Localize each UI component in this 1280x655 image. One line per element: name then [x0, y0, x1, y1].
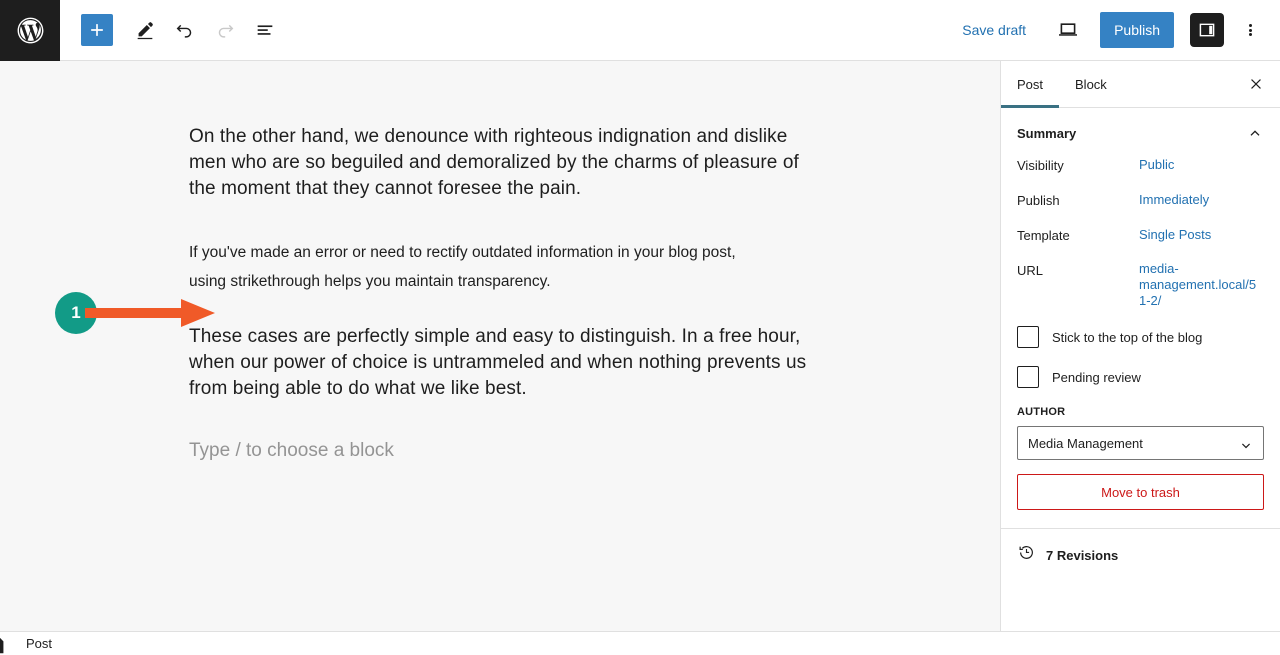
pending-review-label: Pending review	[1052, 369, 1141, 385]
author-select-wrap: Media Management	[1001, 426, 1280, 460]
undo-button[interactable]	[167, 12, 203, 48]
move-to-trash-button[interactable]: Move to trash	[1017, 474, 1264, 510]
close-icon	[1251, 79, 1261, 89]
revisions-row[interactable]: 7 Revisions	[1001, 529, 1280, 581]
summary-section-header[interactable]: Summary	[1001, 108, 1280, 156]
toolbar-tools	[81, 12, 283, 48]
editor-canvas[interactable]: On the other hand, we denounce with righ…	[0, 61, 1000, 631]
kebab-menu-icon	[1248, 23, 1252, 38]
settings-sidebar: Post Block Summary Visibility Public Pub…	[1000, 61, 1280, 631]
redo-button[interactable]	[207, 12, 243, 48]
pending-review-checkbox[interactable]	[1017, 366, 1039, 388]
edit-tool-button[interactable]	[127, 12, 163, 48]
row-label: Publish	[1017, 193, 1060, 208]
status-bar: Post	[0, 631, 1280, 655]
chevron-up-icon[interactable]	[1246, 124, 1264, 142]
plus-icon	[91, 24, 103, 36]
row-label: URL	[1017, 263, 1044, 278]
row-label: Visibility	[1017, 158, 1064, 173]
revisions-label: 7 Revisions	[1046, 547, 1119, 563]
settings-sidebar-toggle[interactable]	[1190, 13, 1224, 47]
undo-icon	[176, 24, 192, 38]
top-toolbar-actions: Save draft Publish	[950, 12, 1280, 48]
tab-block[interactable]: Block	[1059, 61, 1123, 107]
summary-row-visibility: Visibility Public	[1017, 156, 1264, 174]
add-block-button[interactable]	[81, 14, 113, 46]
annotation-marker-1: 1	[55, 292, 215, 334]
publish-value-button[interactable]: Immediately	[1139, 191, 1209, 208]
editor-window: Save draft Publish On the other hand, we…	[0, 0, 1280, 655]
history-clock-icon	[1017, 543, 1036, 567]
paragraph-block[interactable]: If you've made an error or need to recti…	[189, 238, 774, 296]
sticky-post-checkbox[interactable]	[1017, 326, 1039, 348]
list-view-icon	[257, 25, 273, 35]
tab-post[interactable]: Post	[1001, 61, 1060, 108]
close-sidebar-button[interactable]	[1238, 66, 1274, 102]
sidebar-tabs: Post Block	[1001, 61, 1280, 108]
post-content: On the other hand, we denounce with righ…	[189, 124, 829, 464]
pending-review-row[interactable]: Pending review	[1001, 366, 1280, 388]
more-options-button[interactable]	[1232, 12, 1268, 48]
pencil-icon	[137, 22, 153, 40]
wordpress-logo-icon[interactable]	[0, 0, 60, 61]
save-draft-button[interactable]: Save draft	[950, 14, 1038, 46]
redo-icon	[218, 24, 234, 38]
paragraph-block[interactable]: On the other hand, we denounce with righ…	[189, 124, 829, 202]
author-field-label: AUTHOR	[1017, 406, 1066, 418]
preview-button[interactable]	[1050, 12, 1086, 48]
author-select[interactable]: Media Management	[1017, 426, 1264, 460]
summary-row-publish: Publish Immediately	[1017, 191, 1264, 209]
visibility-value-button[interactable]: Public	[1139, 156, 1174, 173]
publish-button[interactable]: Publish	[1100, 12, 1174, 48]
laptop-preview-icon	[1059, 23, 1078, 36]
status-bar-label: Post	[26, 636, 53, 651]
move-to-trash-wrap: Move to trash	[1001, 460, 1280, 510]
document-icon	[0, 632, 22, 655]
template-value-button[interactable]: Single Posts	[1139, 226, 1211, 243]
url-value-button[interactable]: media-management.local/51-2/	[1139, 261, 1259, 309]
row-label: Template	[1017, 228, 1070, 243]
summary-row-template: Template Single Posts	[1017, 226, 1264, 244]
right-arrow-icon	[85, 299, 215, 327]
top-toolbar: Save draft Publish	[0, 0, 1280, 61]
document-overview-button[interactable]	[247, 12, 283, 48]
summary-row-url: URL media-management.local/51-2/	[1017, 261, 1264, 309]
sticky-post-row[interactable]: Stick to the top of the blog	[1001, 326, 1280, 348]
paragraph-block[interactable]: These cases are perfectly simple and eas…	[189, 324, 829, 402]
sticky-post-label: Stick to the top of the blog	[1052, 329, 1203, 345]
empty-block-placeholder[interactable]: Type / to choose a block	[189, 438, 829, 464]
summary-rows: Visibility Public Publish Immediately Te…	[1001, 156, 1280, 309]
summary-title: Summary	[1017, 125, 1077, 141]
sidebar-panel-icon	[1199, 23, 1215, 37]
